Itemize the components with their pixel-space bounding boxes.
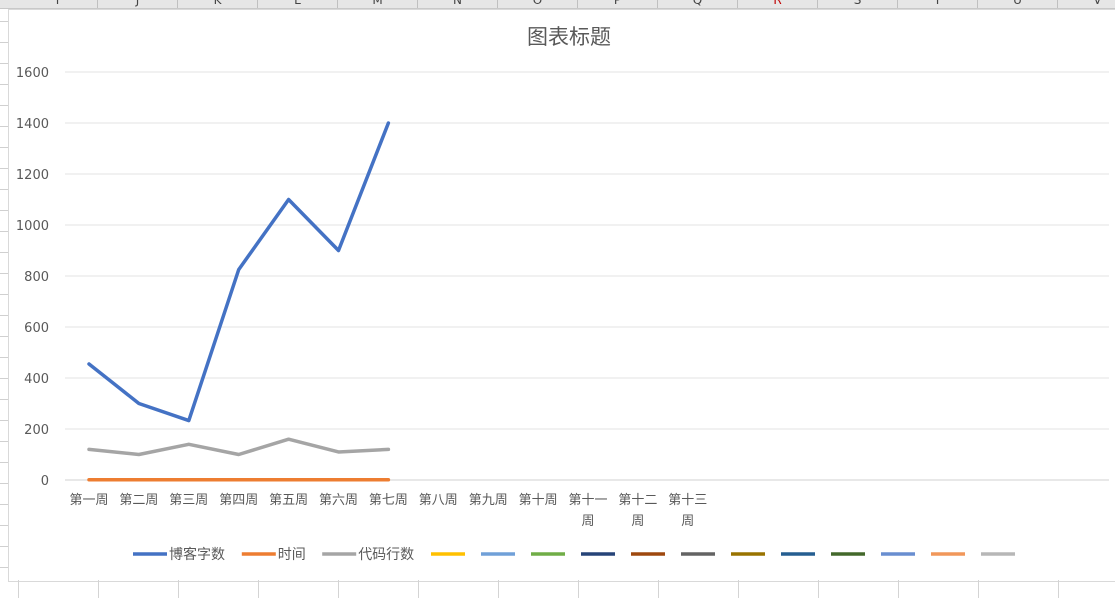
- x-tick-label: 周: [581, 514, 594, 529]
- row-divider: [0, 147, 8, 148]
- row-divider: [0, 42, 8, 43]
- x-tick-label: 第四周: [219, 493, 258, 508]
- row-divider: [0, 84, 8, 85]
- column-header-j[interactable]: J: [98, 0, 178, 8]
- sheet-column-divider: [258, 580, 259, 598]
- x-tick-label: 周: [681, 514, 694, 529]
- column-header-n[interactable]: N: [418, 0, 498, 8]
- y-tick-label: 800: [24, 270, 49, 285]
- row-divider: [0, 294, 8, 295]
- sheet-column-divider: [738, 580, 739, 598]
- y-tick-label: 1400: [16, 117, 49, 132]
- sheet-column-divider: [898, 580, 899, 598]
- series-line: [87, 437, 391, 457]
- column-header-t[interactable]: T: [898, 0, 978, 8]
- x-tick-label: 周: [631, 514, 644, 529]
- x-tick-label: 第十三: [668, 493, 707, 508]
- sheet-column-divider: [1058, 580, 1059, 598]
- legend: 博客字数 时间 代码行数: [133, 546, 1015, 563]
- column-header-m[interactable]: M: [338, 0, 418, 8]
- column-header-u[interactable]: U: [978, 0, 1058, 8]
- column-header-r[interactable]: R: [738, 0, 818, 8]
- column-header-v[interactable]: V: [1058, 0, 1115, 8]
- row-divider: [0, 441, 8, 442]
- row-divider: [0, 420, 8, 421]
- row-divider: [0, 567, 8, 568]
- sheet-column-divider: [578, 580, 579, 598]
- row-divider: [0, 315, 8, 316]
- column-header-i[interactable]: I: [18, 0, 98, 8]
- x-tick-label: 第九周: [469, 493, 508, 508]
- column-header-q[interactable]: Q: [658, 0, 738, 8]
- sheet-column-divider: [18, 580, 19, 598]
- y-tick-label: 600: [24, 321, 49, 336]
- row-divider: [0, 525, 8, 526]
- sheet-column-divider: [418, 580, 419, 598]
- row-divider: [0, 252, 8, 253]
- y-axis-labels: 0 200 400 600 800 1000 1200 1400 1600: [16, 66, 49, 489]
- column-header-l[interactable]: L: [258, 0, 338, 8]
- column-header-p[interactable]: P: [578, 0, 658, 8]
- row-divider: [0, 189, 8, 190]
- x-tick-label: 第八周: [419, 493, 458, 508]
- x-tick-label: 第六周: [319, 493, 358, 508]
- x-tick-label: 第一周: [69, 493, 108, 508]
- chart-title: 图表标题: [527, 25, 611, 49]
- row-divider: [0, 399, 8, 400]
- row-divider: [0, 273, 8, 274]
- row-divider: [0, 210, 8, 211]
- row-divider: [0, 546, 8, 547]
- row-divider: [0, 126, 8, 127]
- sheet-column-divider: [978, 580, 979, 598]
- row-divider: [0, 231, 8, 232]
- y-tick-label: 1000: [16, 219, 49, 234]
- y-tick-label: 1600: [16, 66, 49, 81]
- row-divider: [0, 462, 8, 463]
- sheet-column-divider: [658, 580, 659, 598]
- row-divider: [0, 105, 8, 106]
- column-header-o[interactable]: O: [498, 0, 578, 8]
- sheet-column-divider: [498, 580, 499, 598]
- x-axis-labels: 第一周 第二周 第三周 第四周 第五周 第六周 第七周 第八周 第九周 第十周 第十一周 第十二周 第十…: [69, 493, 707, 529]
- x-tick-label: 第三周: [169, 493, 208, 508]
- line-chart: 图表标题 0 200 400 600 800 1000 1200 1400 1600 第一周 第二…: [16, 25, 1109, 563]
- row-divider: [0, 336, 8, 337]
- row-divider: [0, 504, 8, 505]
- x-tick-label: 第十周: [519, 493, 558, 508]
- sheet-column-divider: [98, 580, 99, 598]
- sheet-column-divider: [818, 580, 819, 598]
- chart-area[interactable]: 图表标题 0 200 400 600 800 1000 1200 1400 1600 第一周 第二…: [8, 9, 1115, 582]
- row-divider: [0, 63, 8, 64]
- y-tick-label: 0: [41, 474, 49, 489]
- row-divider: [0, 483, 8, 484]
- x-tick-label: 第二周: [119, 493, 158, 508]
- row-divider: [0, 168, 8, 169]
- column-header-bar: IJKLMNOPQRSTUV: [0, 0, 1115, 9]
- y-tick-label: 400: [24, 372, 49, 387]
- sheet-column-divider: [338, 580, 339, 598]
- column-header-k[interactable]: K: [178, 0, 258, 8]
- row-divider: [0, 21, 8, 22]
- x-tick-label: 第七周: [369, 493, 408, 508]
- gridlines: [65, 71, 1109, 481]
- x-tick-label: 第十二: [618, 493, 657, 508]
- x-tick-label: 第五周: [269, 493, 308, 508]
- series-lines: [87, 121, 391, 482]
- row-divider: [0, 357, 8, 358]
- row-divider: [0, 378, 8, 379]
- legend-label: 时间: [278, 547, 306, 563]
- legend-label: 博客字数: [169, 546, 225, 563]
- legend-label: 代码行数: [358, 547, 414, 563]
- y-tick-label: 1200: [16, 168, 49, 183]
- sheet-column-divider: [178, 580, 179, 598]
- y-tick-label: 200: [24, 423, 49, 438]
- sheet-grid-bottom: [0, 580, 1115, 598]
- x-tick-label: 第十一: [568, 493, 607, 508]
- series-line: [87, 121, 391, 423]
- column-header-s[interactable]: S: [818, 0, 898, 8]
